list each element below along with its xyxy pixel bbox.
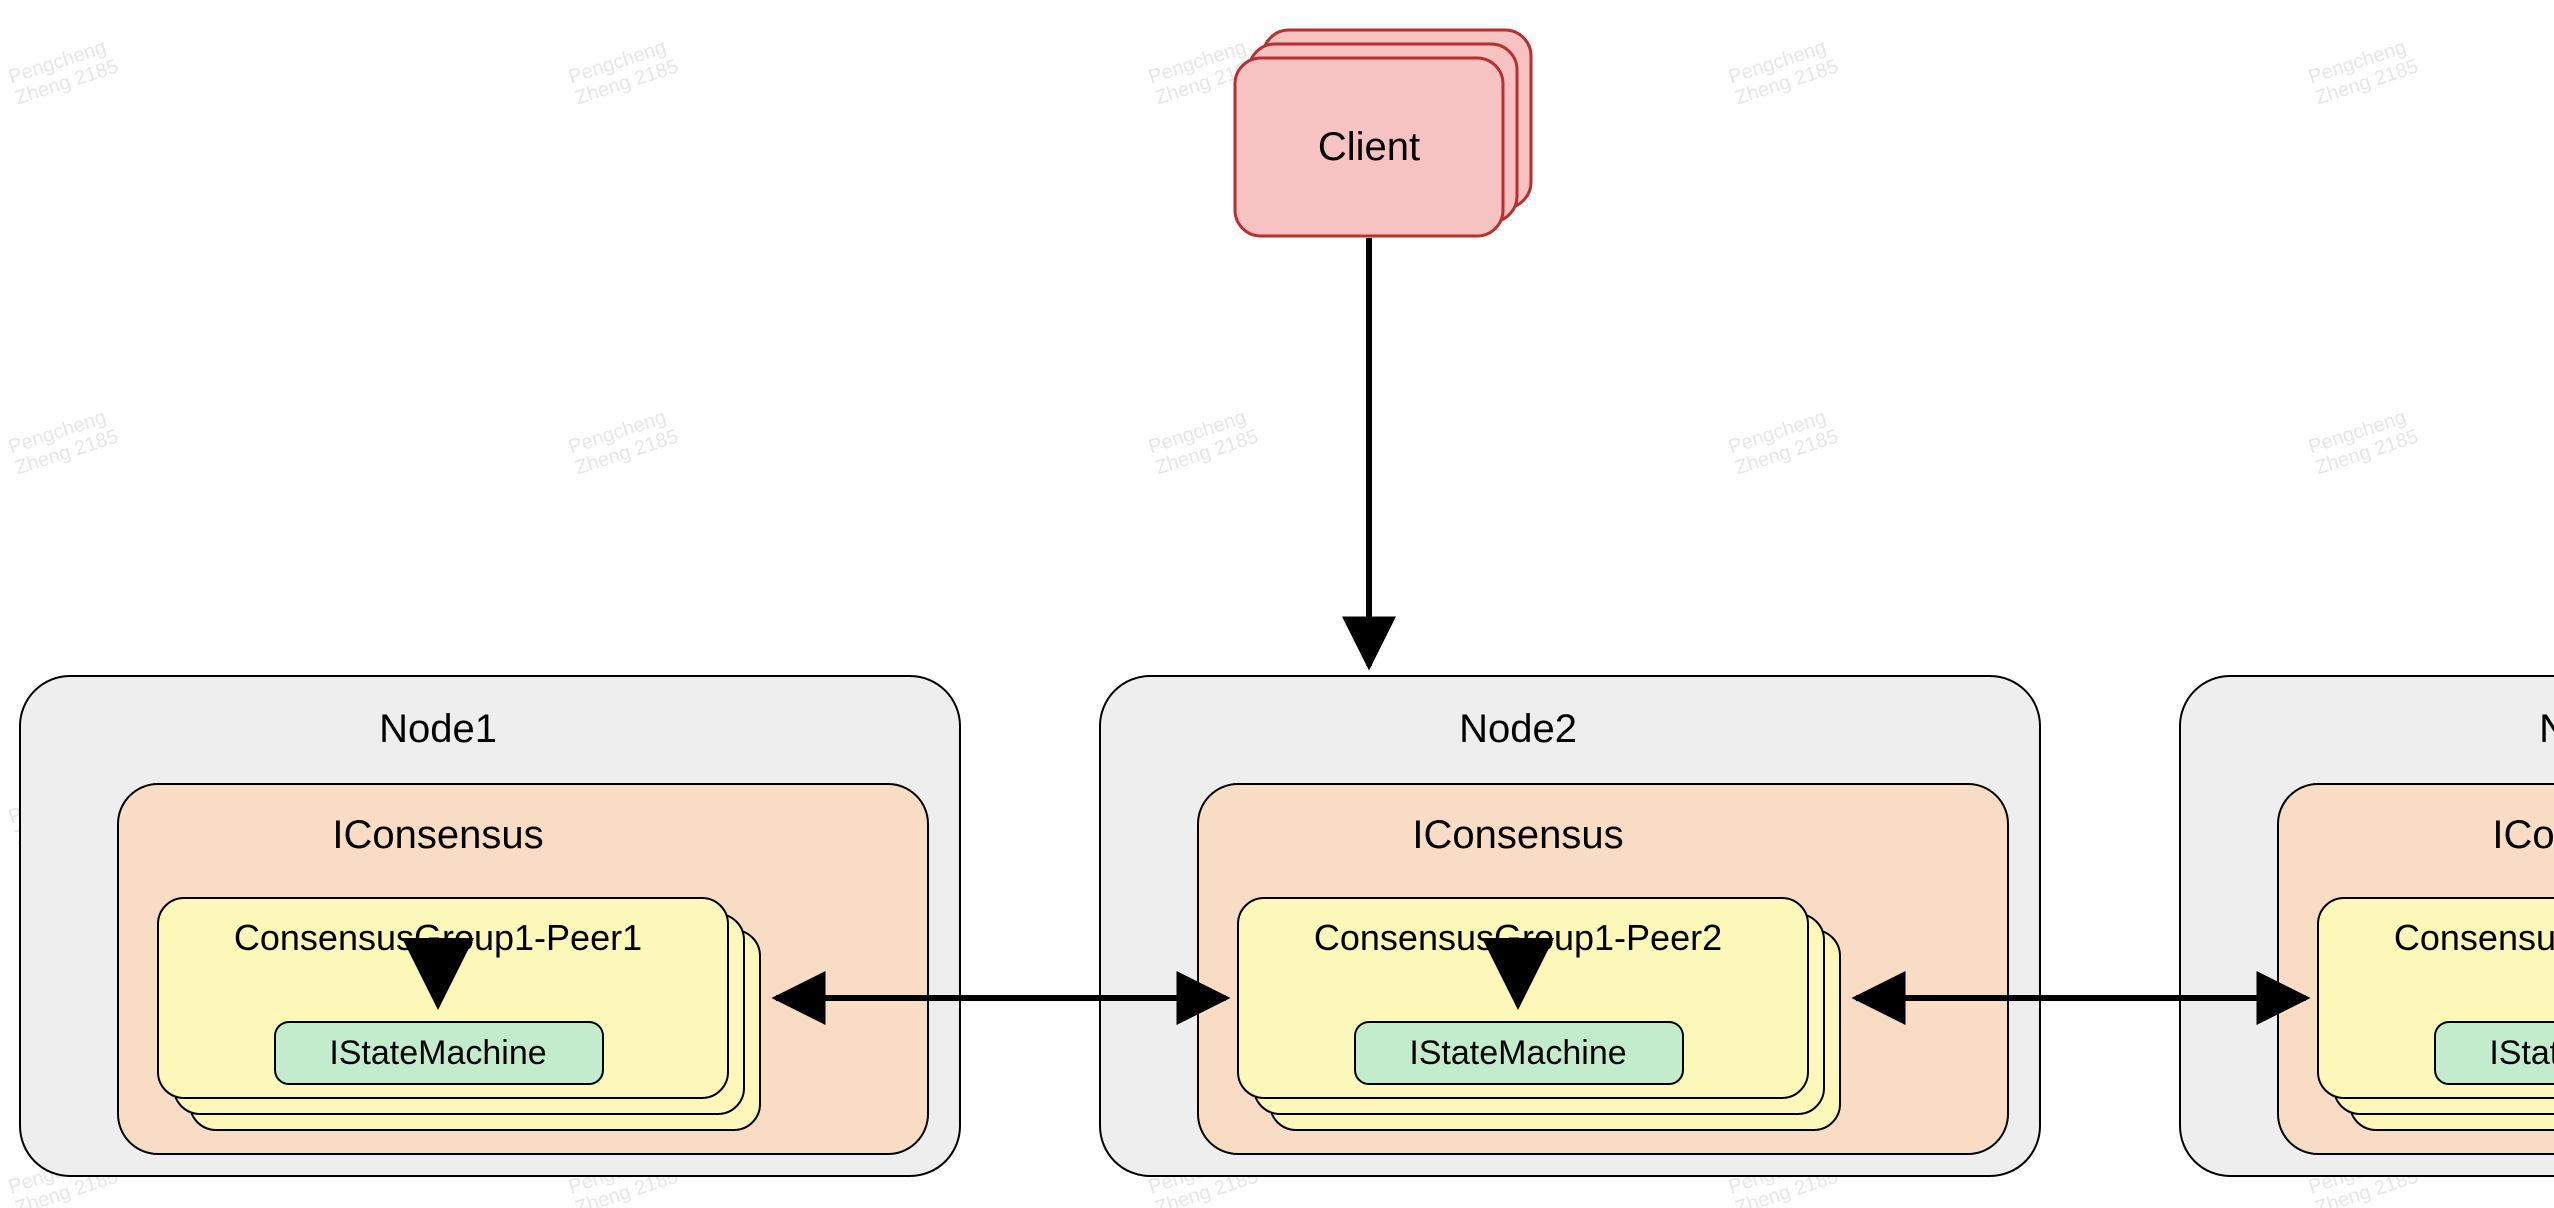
node3-consensus-label: IConsensus <box>2492 813 2554 857</box>
node2-box: Node2 IConsensus ConsensusGroup1-Peer2 I… <box>1100 676 2040 1176</box>
node1-label: Node1 <box>379 707 497 751</box>
node1-box: Node1 IConsensus ConsensusGroup1-Peer1 I… <box>20 676 960 1176</box>
node1-consensus-label: IConsensus <box>332 813 543 857</box>
node2-label: Node2 <box>1459 707 1577 751</box>
node2-state-label: IStateMachine <box>1409 1034 1626 1072</box>
node1-state-label: IStateMachine <box>329 1034 546 1072</box>
node2-peer-label: ConsensusGroup1-Peer2 <box>1314 917 1722 958</box>
client-box: Client <box>1235 30 1531 236</box>
node3-state-label: IStateMachine <box>2489 1034 2554 1072</box>
client-label: Client <box>1318 125 1420 169</box>
node3-label: Node3 <box>2539 707 2554 751</box>
node2-consensus-label: IConsensus <box>1412 813 1623 857</box>
node1-peer-label: ConsensusGroup1-Peer1 <box>234 917 642 958</box>
node3-box: Node3 IConsensus ConsensusGroup1-Peer3 I… <box>2180 676 2554 1176</box>
node3-peer-label: ConsensusGroup1-Peer3 <box>2394 917 2554 958</box>
